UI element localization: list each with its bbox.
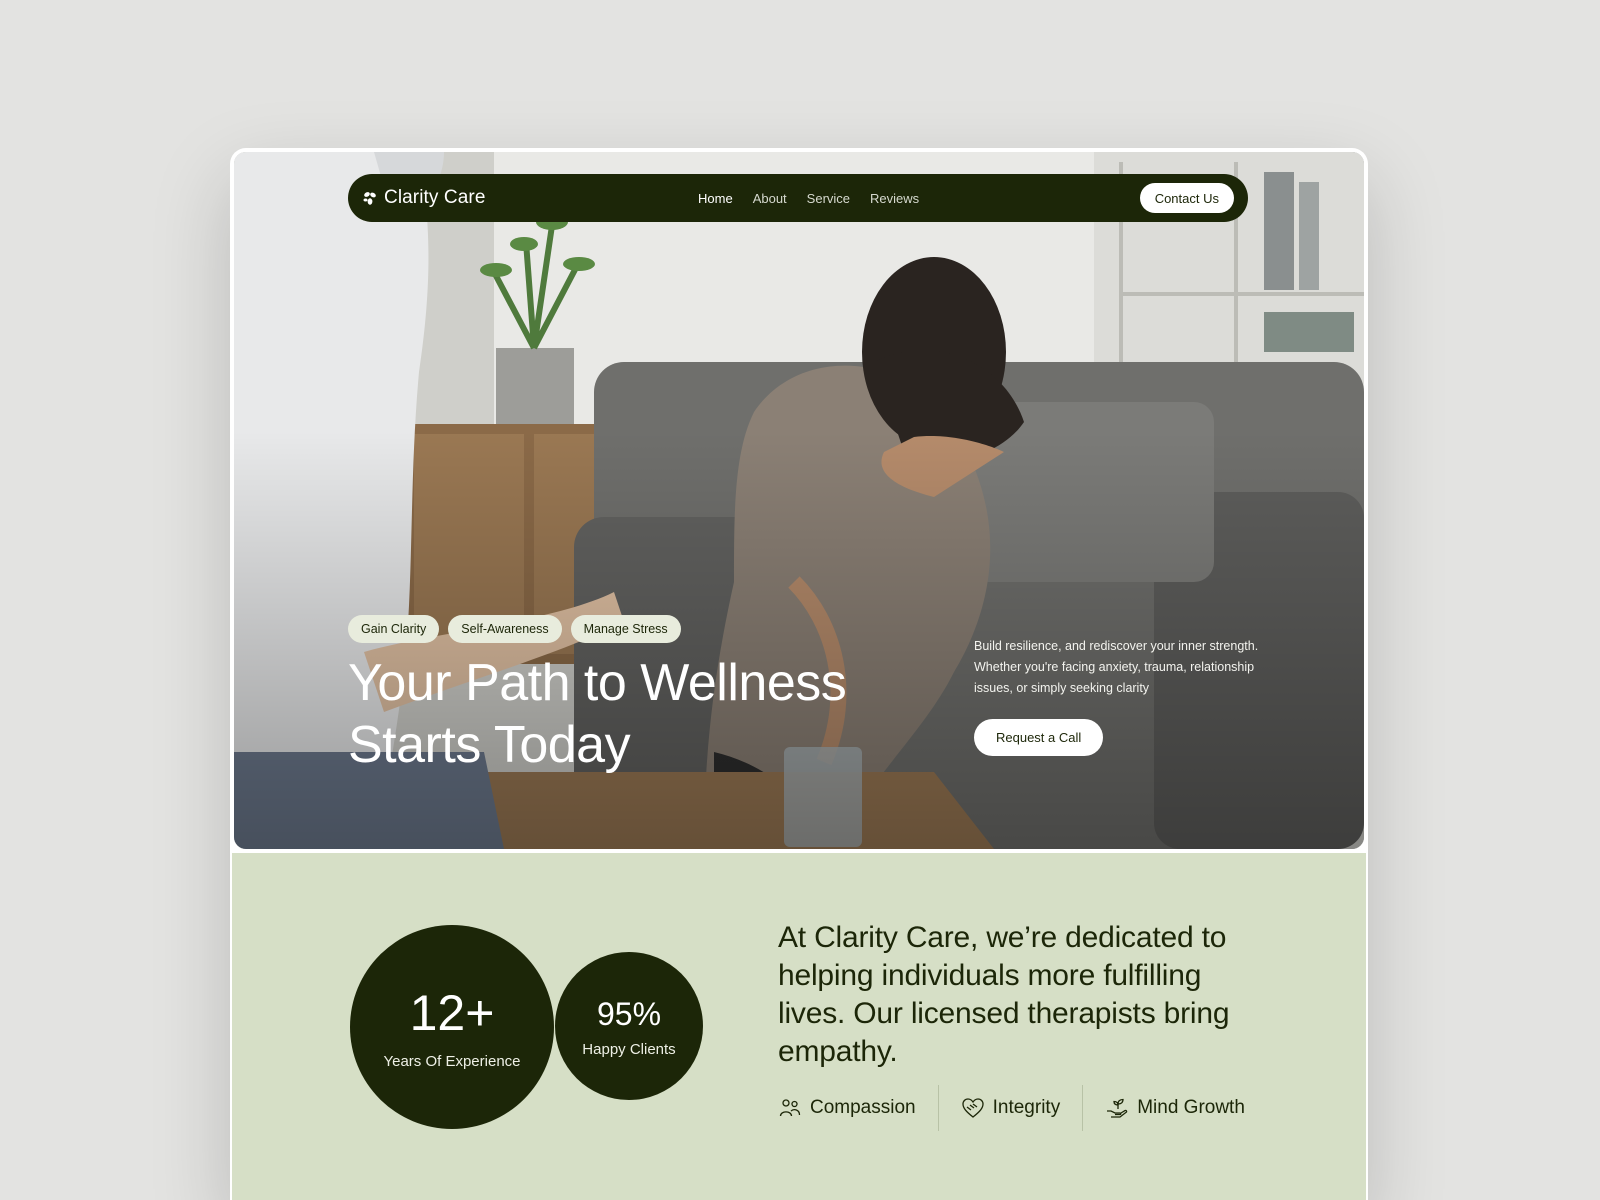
nav-item-home[interactable]: Home [698, 191, 733, 206]
tag-self-awareness[interactable]: Self-Awareness [448, 615, 562, 643]
hero-title-line1: Your Path to Wellness [348, 654, 847, 712]
value-mind-growth-label: Mind Growth [1137, 1097, 1245, 1118]
stat-happy-clients-label: Happy Clients [582, 1040, 676, 1058]
hero-description: Build resilience, and rediscover your in… [974, 639, 1259, 695]
hero-section: Clarity Care Home About Service Reviews … [234, 152, 1364, 849]
tag-gain-clarity[interactable]: Gain Clarity [348, 615, 440, 643]
mission-statement: At Clarity Care, we’re dedicated to help… [778, 921, 1230, 1068]
stat-experience-label: Years Of Experience [383, 1052, 521, 1070]
navbar: Clarity Care Home About Service Reviews … [348, 174, 1248, 222]
people-icon [779, 1099, 801, 1117]
stat-happy-clients-value: 95% [596, 995, 662, 1032]
request-call-button[interactable]: Request a Call [974, 719, 1104, 756]
stat-experience: 12+ Years Of Experience [350, 925, 554, 1129]
nav-item-reviews[interactable]: Reviews [870, 191, 919, 206]
values-list: Compassion Integrity Mind Growth [778, 1085, 1245, 1131]
contact-us-button[interactable]: Contact Us [1139, 183, 1234, 213]
values-divider [1082, 1085, 1084, 1131]
sprout-hand-icon [1107, 1098, 1128, 1118]
value-integrity: Integrity [961, 1096, 1061, 1120]
value-integrity-label: Integrity [992, 1097, 1061, 1118]
value-compassion: Compassion [778, 1096, 916, 1120]
hero-title-line2: Starts Today [348, 716, 631, 774]
nav-item-about[interactable]: About [753, 191, 787, 206]
values-divider [937, 1085, 939, 1131]
brand[interactable]: Clarity Care [362, 187, 486, 209]
browser-card: Clarity Care Home About Service Reviews … [230, 148, 1368, 1200]
hero-tags: Gain Clarity Self-Awareness Manage Stres… [348, 615, 681, 643]
tag-manage-stress[interactable]: Manage Stress [570, 615, 681, 643]
leaf-logo-icon [363, 192, 376, 205]
nav-item-service[interactable]: Service [807, 191, 850, 206]
about-section: 12+ Years Of Experience 95% Happy Client… [232, 853, 1366, 1200]
value-mind-growth: Mind Growth [1105, 1096, 1245, 1120]
heart-handshake-icon [961, 1098, 984, 1118]
stat-happy-clients: 95% Happy Clients [555, 952, 703, 1100]
stat-experience-value: 12+ [409, 984, 495, 1041]
brand-name: Clarity Care [384, 187, 486, 208]
hero-title: Your Path to Wellness Starts Today [348, 652, 908, 776]
value-compassion-label: Compassion [810, 1097, 916, 1118]
nav-links: Home About Service Reviews [698, 174, 919, 222]
